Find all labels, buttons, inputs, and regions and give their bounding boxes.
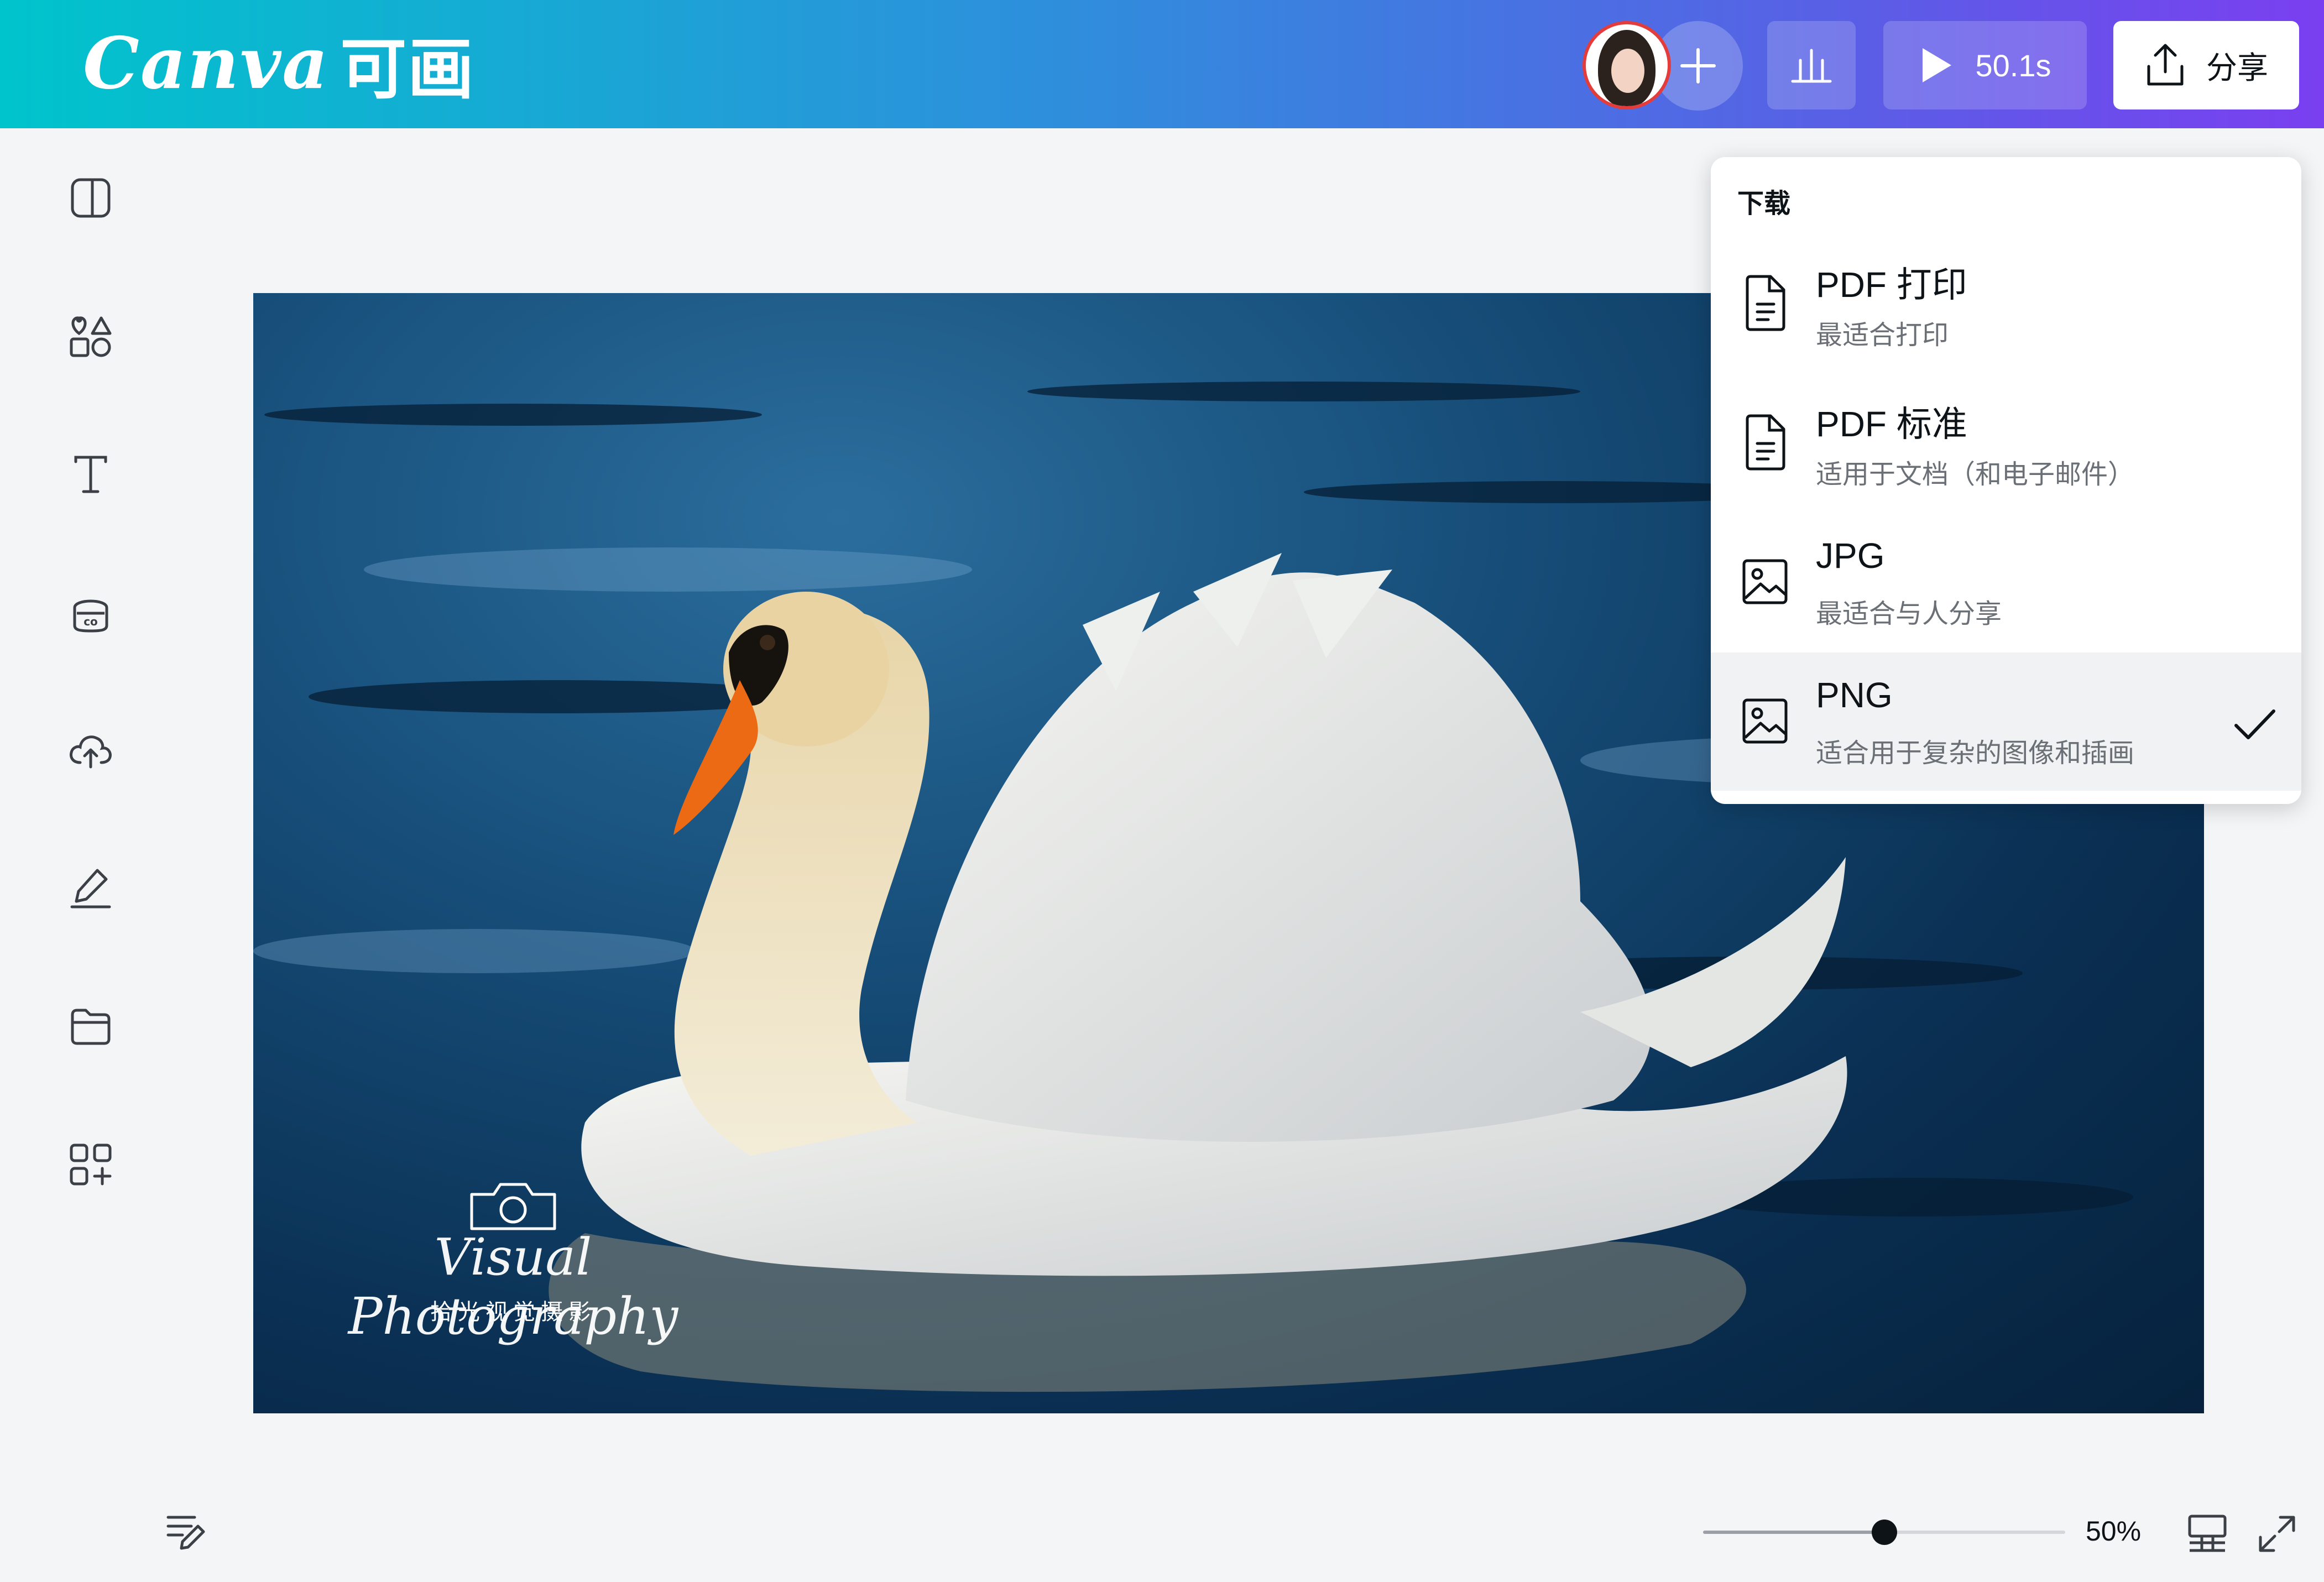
share-button[interactable]: 分享 [2113, 21, 2299, 109]
format-title: JPG [1816, 536, 1885, 576]
format-description: 最适合打印 [1816, 321, 1949, 350]
brand-icon: co [73, 599, 108, 633]
play-icon [1922, 48, 1951, 82]
plus-icon [1680, 48, 1716, 83]
zoom-percentage[interactable]: 50% [2086, 1515, 2141, 1547]
zoom-slider[interactable] [1703, 1520, 2065, 1545]
logo-text: Canva [83, 22, 330, 105]
user-avatar[interactable] [1583, 21, 1671, 109]
page-view-button[interactable] [2186, 1513, 2228, 1555]
format-description: 适用于文档（和电子邮件） [1816, 460, 2135, 489]
presentation-duration: 50.1s [1975, 48, 2051, 83]
sidebar-item-projects[interactable] [58, 993, 124, 1059]
sidebar-item-text[interactable] [58, 441, 124, 508]
upload-icon [2147, 44, 2184, 86]
sidebar-item-uploads[interactable] [58, 717, 124, 783]
sidebar-item-elements[interactable] [58, 303, 124, 369]
present-button[interactable]: 50.1s [1883, 21, 2087, 109]
menu-heading: 下载 [1737, 189, 1791, 218]
apps-icon [70, 1144, 112, 1186]
document-icon [1746, 414, 1785, 471]
fullscreen-button[interactable] [2256, 1513, 2298, 1555]
watermark-script-text: Visual Photography [348, 1228, 678, 1346]
notes-button[interactable] [164, 1510, 208, 1554]
image-icon [1742, 698, 1788, 744]
logo-cn-text: 可画 [340, 30, 476, 108]
zoom-slider-handle[interactable] [1871, 1520, 1897, 1545]
format-title: PDF 标准 [1816, 404, 1967, 444]
format-option-pdf-print[interactable]: PDF 打印 最适合打印 [1711, 234, 2301, 373]
sidebar-item-design[interactable] [58, 165, 124, 231]
zoom-slider-fill [1703, 1531, 1884, 1534]
format-option-pdf-standard[interactable]: PDF 标准 适用于文档（和电子邮件） [1711, 374, 2301, 512]
format-description: 最适合与人分享 [1816, 599, 2002, 629]
photographer-watermark: Visual Photography 拾光视觉摄影 [320, 1178, 707, 1346]
fullscreen-icon [2259, 1516, 2295, 1552]
format-title: PNG [1816, 675, 1893, 715]
elements-icon [70, 316, 112, 357]
watermark-cn-text: 拾光视觉摄影 [430, 1299, 596, 1325]
format-title: PDF 打印 [1816, 265, 1967, 305]
text-icon [74, 456, 107, 493]
svg-text:co: co [83, 615, 98, 628]
bar-chart-icon [1791, 49, 1832, 83]
camera-icon [470, 1183, 556, 1230]
image-icon [1742, 559, 1788, 604]
sidebar-item-brand[interactable]: co [58, 579, 124, 646]
top-bar: Canva 可画 50.1s 分享 [0, 0, 2324, 128]
template-icon [71, 178, 111, 218]
avatar-face [1611, 49, 1644, 93]
sidebar-item-apps[interactable] [58, 1131, 124, 1198]
checkmark-icon [2234, 709, 2275, 739]
format-option-jpg[interactable]: JPG 最适合与人分享 [1711, 513, 2301, 651]
grid-view-icon [2188, 1515, 2227, 1552]
sidebar-item-draw[interactable] [58, 855, 124, 921]
download-format-menu: 下载 PDF 打印 最适合打印 PDF 标准 适用于文档（和电子邮件） JPG … [1711, 157, 2301, 804]
folder-icon [71, 1009, 111, 1045]
canva-logo[interactable]: Canva 可画 [83, 22, 475, 108]
document-icon [1746, 275, 1785, 331]
upload-cloud-icon [70, 735, 112, 769]
format-description: 适合用于复杂的图像和插画 [1816, 739, 2135, 768]
share-label: 分享 [2206, 50, 2268, 85]
insights-button[interactable] [1767, 21, 1856, 109]
notes-icon [166, 1516, 205, 1550]
draw-icon [70, 869, 111, 909]
format-option-png[interactable]: PNG 适合用于复杂的图像和插画 [1711, 652, 2301, 791]
